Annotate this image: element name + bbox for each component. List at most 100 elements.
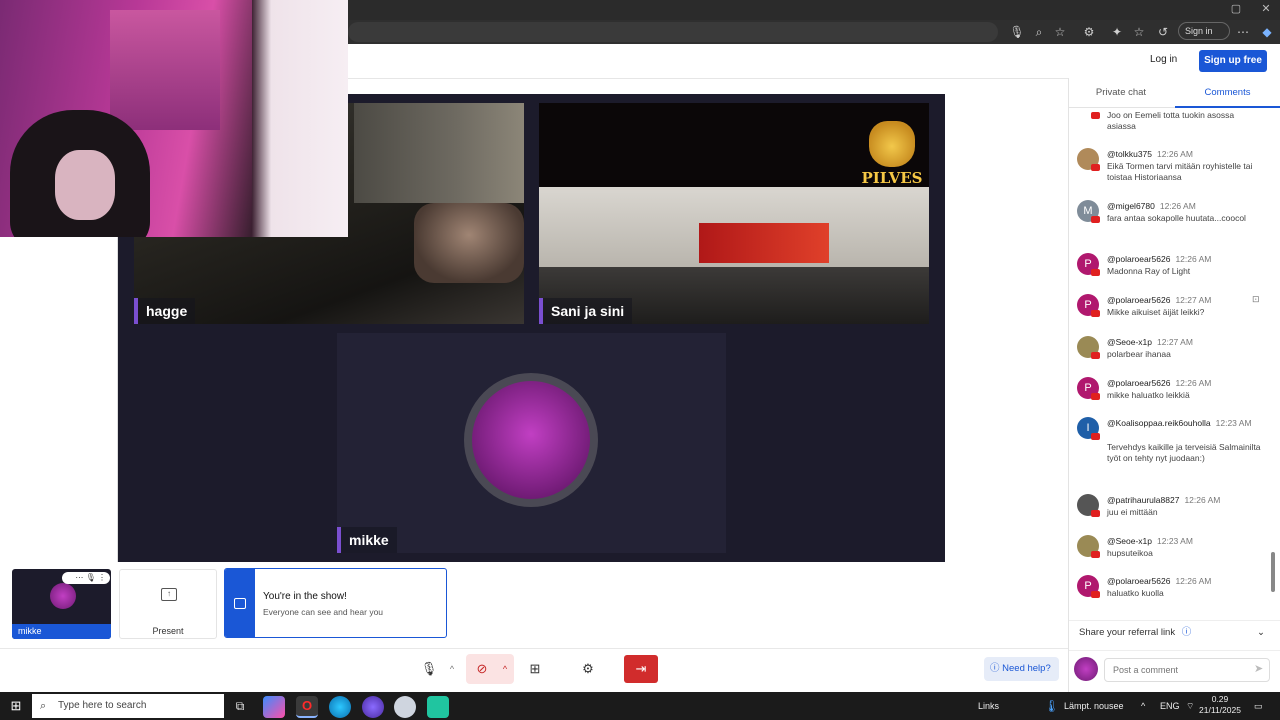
notification-subtitle: Everyone can see and hear you [263,607,384,617]
youtube-icon [1091,216,1100,223]
comment-header: @polaroear5626 12:26 AM [1107,576,1211,586]
comment-text: fara antaa sokapolle huutata...coocol [1107,213,1246,223]
video-background [354,103,524,203]
close-window-button[interactable]: ✕ [1256,2,1276,16]
screen-icon [234,598,246,609]
self-name-label: mikke [12,624,111,639]
comment-text: Madonna Ray of Light [1107,266,1191,276]
camera-options-chevron-icon[interactable]: ^ [495,656,515,682]
star-icon[interactable]: ☆ [1051,23,1069,41]
edge-browser-icon[interactable] [329,696,351,718]
comment-list: Joo on Eemeli totta tuokin asossa asiass… [1072,110,1270,610]
pilves-logo: PILVES [861,121,923,191]
extension-icon[interactable]: ⚙ [1080,23,1098,41]
comment-text: Joo on Eemeli totta tuokin asossa asiass… [1107,110,1235,131]
comment-text: mikke haluatko leikkiä [1107,390,1190,400]
favorites-icon[interactable]: ☆ [1130,23,1148,41]
clock-time: 0.29 [1211,694,1229,704]
taskbar-clock[interactable]: 0.29 21/11/2025 [1198,694,1242,716]
video-background [699,223,829,263]
video-background [414,203,524,283]
webcam-overlay [0,0,348,237]
notification-title: You're in the show! [263,591,347,602]
search-icon: ⌕ [40,700,47,712]
app-icon[interactable] [263,696,285,718]
leave-studio-button[interactable]: ⇥ [624,655,658,683]
comment-header: @Seoe-x1p 12:23 AM [1107,536,1193,546]
help-button[interactable]: ⓘ Need help? [984,657,1059,681]
thermometer-icon: 🌡 [1044,699,1060,713]
scrollbar-thumb[interactable] [1271,552,1275,592]
tile-options-icon[interactable]: ⋯ 🎙 ⋮ [62,572,110,584]
referral-label: Share your referral link [1079,627,1176,638]
share-screen-button[interactable]: ⊞ [522,656,548,682]
copilot-icon[interactable]: ◆ [1258,23,1276,41]
app-icon[interactable] [427,696,449,718]
login-link[interactable]: Log in [1150,54,1177,65]
lynx-logo-icon [869,121,915,167]
links-toolbar[interactable]: Links [978,692,999,720]
youtube-icon [1091,393,1100,400]
comment-author: @migel6780 [1107,201,1155,211]
comment-header: @polaroear5626 12:27 AM [1107,295,1211,305]
youtube-icon [1091,310,1100,317]
tab-comments[interactable]: Comments [1175,82,1280,108]
windows-start-icon[interactable]: ⊞ [0,692,32,720]
present-label: Present [152,626,184,636]
mic-button[interactable]: 🎙 [416,656,442,682]
self-preview-tile[interactable]: ⋯ 🎙 ⋮ mikke [12,569,111,639]
taskbar-search[interactable]: ⌕ Type here to search [32,694,224,718]
restore-window-button[interactable]: ▢ [1226,2,1246,16]
logo-text: PILVES [861,169,923,187]
youtube-icon [1091,433,1100,440]
tab-private-chat[interactable]: Private chat [1069,82,1173,108]
present-screen-icon: ↑ [161,588,177,601]
camera-off-button[interactable]: ⊘ [469,656,495,682]
participant-tile-mikke[interactable]: mikke [337,333,726,553]
app-icon[interactable] [394,696,416,718]
chevron-up-icon[interactable]: ^ [1141,692,1145,720]
comment-author: @polaroear5626 [1107,378,1171,388]
comment-header: @Seoe-x1p 12:27 AM [1107,337,1193,347]
comment-author: @tolkku375 [1107,149,1153,159]
task-view-icon[interactable]: ⧉ [232,692,248,720]
participant-tile-sani-ja-sini[interactable]: PILVES Sani ja sini [539,103,929,324]
chevron-down-icon[interactable]: ⌄ [1257,621,1265,645]
participant-avatar [464,373,598,507]
browser-signin-button[interactable]: Sign in [1178,22,1230,40]
signup-button[interactable]: Sign up free [1199,50,1267,72]
post-comment-input[interactable] [1104,658,1270,682]
extensions-puzzle-icon[interactable]: ✦ [1108,23,1126,41]
more-menu-icon[interactable]: ⋯ [1234,23,1252,41]
settings-gear-icon[interactable]: ⚙ [575,656,601,682]
language-indicator[interactable]: ENG [1160,692,1180,720]
sidebar-tabs: Private chat Comments [1069,82,1280,108]
video-background [110,10,220,130]
notifications-icon[interactable]: ▭ [1254,692,1263,720]
pin-comment-icon[interactable]: ⊡ [1252,294,1260,305]
mic-options-chevron-icon[interactable]: ^ [442,656,462,682]
wifi-icon[interactable]: ⌔ [1186,692,1194,720]
opera-browser-icon[interactable]: O [296,696,318,718]
app-icon[interactable] [362,696,384,718]
comment-header: @Koalisoppaa.reik6ouholla 12:23 AM [1107,418,1252,428]
comment-header: @migel6780 12:26 AM [1107,201,1196,211]
referral-link-row[interactable]: Share your referral link ⓘ ⌄ [1069,620,1280,644]
comment-scrollbar[interactable] [1270,112,1276,606]
youtube-icon [1091,112,1100,119]
address-bar[interactable]: 🎙 ⌕ ☆ [348,22,1065,42]
mic-icon[interactable]: 🎙 [1008,23,1026,41]
comment-author: @Koalisoppaa.reik6ouholla [1107,418,1211,428]
send-icon[interactable]: ➤ [1254,662,1263,675]
info-icon: ⓘ [1181,627,1192,638]
history-icon[interactable]: ↺ [1154,23,1172,41]
weather-label[interactable]: Lämpt. nousee [1064,692,1124,720]
comment-text: Tervehdys kaikille ja terveisiä Salmaini… [1107,442,1261,463]
comment-text: polarbear ihanaa [1107,349,1171,359]
clock-date: 21/11/2025 [1199,705,1241,715]
present-button[interactable]: ↑ Present [119,569,217,639]
comment-text: hupsuteikoa [1107,548,1153,558]
comment-text: haluatko kuolla [1107,588,1164,598]
zoom-icon[interactable]: ⌕ [1030,23,1048,41]
video-background [252,0,348,237]
